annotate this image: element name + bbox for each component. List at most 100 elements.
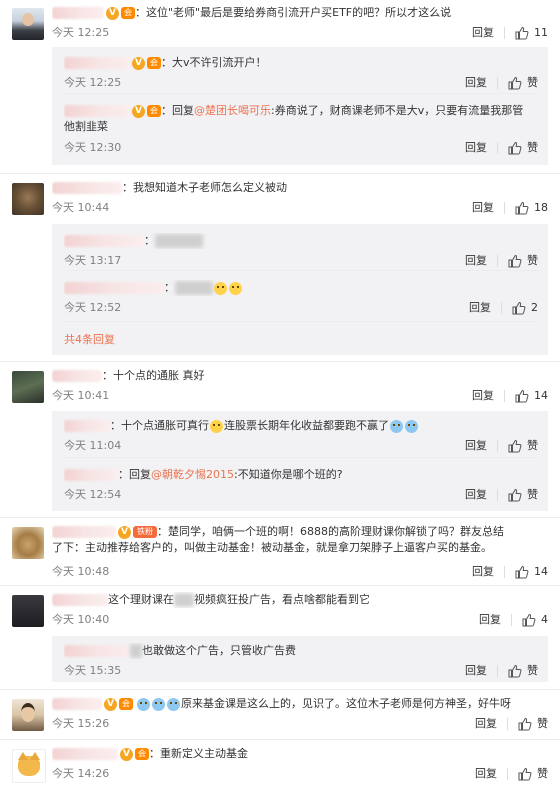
more-replies-link[interactable]: 共4条回复 bbox=[64, 333, 115, 346]
username-redacted[interactable] bbox=[52, 594, 108, 606]
like-count: 赞 bbox=[527, 439, 538, 452]
reply-button[interactable]: 回复 bbox=[465, 487, 487, 503]
divider bbox=[504, 390, 505, 402]
username-redacted[interactable] bbox=[52, 182, 122, 194]
reply-item: V 会：回复@楚团长喝可乐:券商说了，财商课老师不是大v，只要有流量我那管 他割韭… bbox=[64, 103, 538, 155]
avatar[interactable] bbox=[12, 595, 44, 627]
thumbs-up-icon bbox=[508, 254, 522, 268]
avatar[interactable] bbox=[12, 183, 44, 215]
divider bbox=[64, 93, 538, 94]
reply-button[interactable]: 回复 bbox=[465, 75, 487, 91]
vip-icon: 会 bbox=[119, 698, 133, 710]
reply-text-continued: 他割韭菜 bbox=[64, 120, 108, 133]
avatar[interactable] bbox=[12, 527, 44, 559]
avatar[interactable] bbox=[12, 749, 46, 783]
like-button[interactable]: 赞 bbox=[508, 487, 538, 503]
like-button[interactable]: 赞 bbox=[508, 253, 538, 269]
username-redacted[interactable] bbox=[52, 698, 102, 710]
username-redacted[interactable] bbox=[52, 370, 102, 382]
like-button[interactable]: 赞 bbox=[518, 766, 548, 782]
like-button[interactable]: 赞 bbox=[508, 438, 538, 454]
username-redacted[interactable] bbox=[52, 748, 118, 760]
reply-meta: 今天 12:54 回复 赞 bbox=[64, 487, 538, 503]
username-redacted[interactable] bbox=[64, 235, 144, 247]
username-redacted[interactable] bbox=[64, 645, 130, 657]
reply-button[interactable]: 回复 bbox=[472, 200, 494, 216]
timestamp: 今天 12:25 bbox=[64, 76, 122, 89]
username-redacted[interactable] bbox=[64, 105, 130, 117]
like-button[interactable]: 14 bbox=[515, 564, 548, 580]
divider bbox=[0, 739, 560, 740]
timestamp: 今天 10:48 bbox=[52, 565, 110, 578]
verified-v-icon: V bbox=[120, 747, 133, 761]
username-redacted[interactable] bbox=[64, 282, 164, 294]
timestamp: 今天 11:04 bbox=[64, 439, 122, 452]
like-count: 18 bbox=[534, 201, 548, 214]
reply-text: ： bbox=[144, 234, 155, 247]
like-button[interactable]: 2 bbox=[512, 300, 538, 316]
like-button[interactable]: 赞 bbox=[518, 716, 548, 732]
like-count: 11 bbox=[534, 26, 548, 39]
reply-button[interactable]: 回复 bbox=[472, 25, 494, 41]
mention-link[interactable]: @朝乾夕惕2015 bbox=[151, 468, 234, 481]
timestamp: 今天 12:30 bbox=[64, 141, 122, 154]
username-redacted[interactable] bbox=[52, 526, 116, 538]
like-count: 赞 bbox=[527, 141, 538, 154]
like-count: 2 bbox=[531, 301, 538, 314]
reply-button[interactable]: 回复 bbox=[465, 253, 487, 269]
avatar[interactable] bbox=[12, 371, 44, 403]
divider bbox=[64, 457, 538, 458]
reply-button[interactable]: 回复 bbox=[475, 716, 497, 732]
like-count: 赞 bbox=[527, 664, 538, 677]
like-count: 赞 bbox=[527, 76, 538, 89]
like-button[interactable]: 赞 bbox=[508, 663, 538, 679]
mention-link[interactable]: @楚团长喝可乐 bbox=[194, 104, 271, 117]
comment-text: 原来基金课是这么上的，见识了。这位木子老师是何方神圣，好牛呀 bbox=[181, 697, 511, 710]
comment-meta: 今天 14:26 回复 赞 bbox=[52, 766, 548, 782]
comment-body: 这个理财课在 视频疯狂投广告，看点啥都能看到它 bbox=[52, 592, 548, 608]
reply-button[interactable]: 回复 bbox=[465, 140, 487, 156]
reply-button[interactable]: 回复 bbox=[472, 388, 494, 404]
like-button[interactable]: 18 bbox=[515, 200, 548, 216]
divider bbox=[504, 202, 505, 214]
thumbs-up-icon bbox=[515, 389, 529, 403]
reply-box: V 会：大v不许引流开户！ 今天 12:25 回复 赞 V 会：回复@楚团长喝可乐:… bbox=[52, 47, 548, 165]
avatar[interactable] bbox=[12, 8, 44, 40]
like-button[interactable]: 14 bbox=[515, 388, 548, 404]
reply-text: ： bbox=[164, 281, 175, 294]
reply-button[interactable]: 回复 bbox=[472, 564, 494, 580]
comment-text-continued: 了下：主动推荐给客户的，叫做主动基金！被动基金，就是拿刀架脖子上逼客户买的基金。 bbox=[52, 541, 492, 554]
like-count: 赞 bbox=[537, 767, 548, 780]
reply-button[interactable]: 回复 bbox=[465, 663, 487, 679]
reply-text-b: 连股票长期年化收益都要跑不赢了 bbox=[224, 419, 389, 432]
username-redacted[interactable] bbox=[64, 420, 110, 432]
avatar[interactable] bbox=[12, 699, 44, 731]
crying-emoji-icon bbox=[390, 419, 403, 433]
like-count: 4 bbox=[541, 613, 548, 626]
username-redacted[interactable] bbox=[64, 57, 130, 69]
timestamp: 今天 12:52 bbox=[64, 301, 122, 314]
comment-text: ：这位"老师"最后是要给券商引流开户买ETF的吧？所以才这么说 bbox=[135, 6, 452, 19]
timestamp: 今天 12:25 bbox=[52, 26, 110, 39]
username-redacted[interactable] bbox=[64, 469, 118, 481]
reply-button[interactable]: 回复 bbox=[465, 438, 487, 454]
like-button[interactable]: 赞 bbox=[508, 140, 538, 156]
like-button[interactable]: 4 bbox=[522, 612, 548, 628]
reply-item: ：十个点通胀可真行 连股票长期年化收益都要跑不赢了 今天 11:04 回复 赞 bbox=[64, 418, 538, 453]
redacted-content bbox=[175, 281, 213, 295]
reply-button[interactable]: 回复 bbox=[479, 612, 501, 628]
comment-meta: 今天 10:48 回复 14 bbox=[52, 564, 548, 580]
divider bbox=[0, 173, 560, 174]
reply-item: ： 今天 12:52 回复 2 bbox=[64, 280, 538, 315]
redacted-content bbox=[130, 644, 142, 658]
thumbs-up-icon bbox=[518, 767, 532, 781]
reply-button[interactable]: 回复 bbox=[469, 300, 491, 316]
comment-text: 视频疯狂投广告，看点啥都能看到它 bbox=[194, 593, 370, 606]
divider bbox=[497, 440, 498, 452]
username-redacted[interactable] bbox=[52, 7, 104, 19]
reply-button[interactable]: 回复 bbox=[475, 766, 497, 782]
comment-text-pre: 这个理财课在 bbox=[108, 593, 174, 606]
like-button[interactable]: 11 bbox=[515, 25, 548, 41]
vip-icon: 会 bbox=[147, 57, 161, 69]
like-button[interactable]: 赞 bbox=[508, 75, 538, 91]
